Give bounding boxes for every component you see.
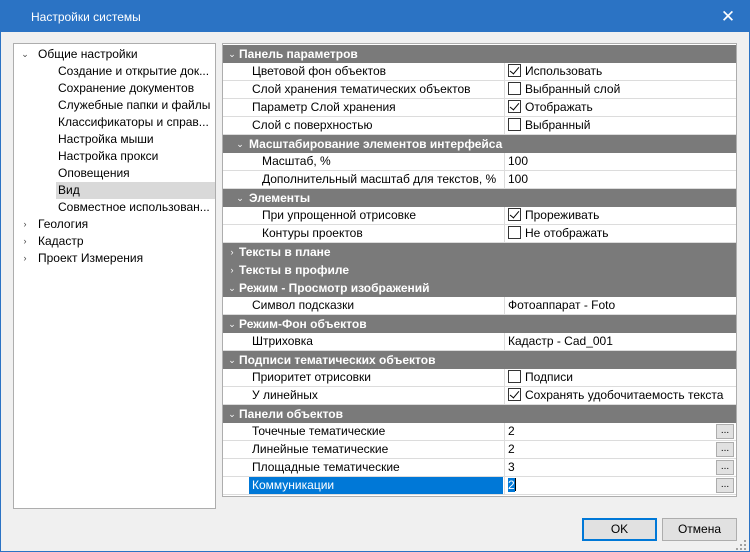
prop-row[interactable]: У линейных Сохранять удобочитаемость тек… xyxy=(223,387,736,405)
tree-item-cadastre[interactable]: › Кадастр xyxy=(14,233,215,250)
tree-item-classifiers[interactable]: Классификаторы и справ... xyxy=(56,114,215,131)
section-parameters-panel[interactable]: ⌄ Панель параметров xyxy=(223,45,736,63)
prop-row[interactable]: Цветовой фон объектов Использовать xyxy=(223,63,736,81)
prop-row[interactable]: Штриховка Кадастр - Cad_001 xyxy=(223,333,736,351)
caret-right-icon[interactable]: › xyxy=(20,250,30,267)
checkbox[interactable] xyxy=(508,370,521,383)
caret-down-icon[interactable]: ⌄ xyxy=(227,279,237,297)
section-ui-scaling[interactable]: ⌄ Масштабирование элементов интерфейса xyxy=(223,135,736,153)
property-grid: ⌄ Панель параметров Цветовой фон объекто… xyxy=(222,43,737,497)
tree-item-notifications[interactable]: Оповещения xyxy=(56,165,215,182)
checkbox[interactable] xyxy=(508,118,521,131)
value-input[interactable]: 2 xyxy=(504,477,736,494)
close-icon[interactable]: ✕ xyxy=(707,1,749,32)
section-texts-plan[interactable]: › Тексты в плане xyxy=(223,243,736,261)
prop-row[interactable]: Параметр Слой хранения Отображать xyxy=(223,99,736,117)
checkbox[interactable] xyxy=(508,388,521,401)
tree-item-sharing[interactable]: Совместное использован... xyxy=(56,199,215,216)
settings-dialog: Настройки системы ✕ ⌄ Общие настройки Со… xyxy=(0,0,750,552)
tree-item-view[interactable]: Вид xyxy=(56,182,215,199)
tree-item-general[interactable]: ⌄ Общие настройки xyxy=(14,46,215,63)
tree-item-saving[interactable]: Сохранение документов xyxy=(56,80,215,97)
browse-button[interactable]: ... xyxy=(716,442,734,457)
caret-right-icon[interactable]: › xyxy=(20,216,30,233)
caret-down-icon[interactable]: ⌄ xyxy=(227,315,237,333)
checkbox[interactable] xyxy=(508,100,521,113)
prop-row[interactable]: Линейные тематические 2 ... xyxy=(223,441,736,459)
browse-button[interactable]: ... xyxy=(716,460,734,475)
section-elements[interactable]: ⌄ Элементы xyxy=(223,189,736,207)
browse-button[interactable]: ... xyxy=(716,478,734,493)
caret-down-icon[interactable]: ⌄ xyxy=(227,351,237,369)
tree-item-mouse[interactable]: Настройка мыши xyxy=(56,131,215,148)
checkbox[interactable] xyxy=(508,226,521,239)
title-bar: Настройки системы ✕ xyxy=(1,1,749,32)
prop-row[interactable]: Точечные тематические 2 ... xyxy=(223,423,736,441)
section-thematic-labels[interactable]: ⌄ Подписи тематических объектов xyxy=(223,351,736,369)
caret-down-icon[interactable]: ⌄ xyxy=(235,135,245,153)
checkbox[interactable] xyxy=(508,64,521,77)
prop-row[interactable]: Площадные тематические 3 ... xyxy=(223,459,736,477)
prop-row[interactable]: Дополнительный масштаб для текстов, % 10… xyxy=(223,171,736,189)
caret-right-icon[interactable]: › xyxy=(227,243,237,261)
caret-right-icon[interactable]: › xyxy=(227,261,237,279)
prop-row[interactable]: Контуры проектов Не отображать xyxy=(223,225,736,243)
prop-row[interactable]: При упрощенной отрисовке Прореживать xyxy=(223,207,736,225)
section-texts-profile[interactable]: › Тексты в профиле xyxy=(223,261,736,279)
prop-row[interactable]: Масштаб, % 100 xyxy=(223,153,736,171)
caret-down-icon[interactable]: ⌄ xyxy=(227,405,237,423)
tree-item-geology[interactable]: › Геология xyxy=(14,216,215,233)
checkbox[interactable] xyxy=(508,208,521,221)
prop-row[interactable]: Слой хранения тематических объектов Выбр… xyxy=(223,81,736,99)
tree-item-create-open[interactable]: Создание и открытие док... xyxy=(56,63,215,80)
tree-item-measure-project[interactable]: › Проект Измерения xyxy=(14,250,215,267)
cancel-button[interactable]: Отмена xyxy=(662,518,737,541)
section-image-view-mode[interactable]: ⌄ Режим - Просмотр изображений xyxy=(223,279,736,297)
tree-item-proxy[interactable]: Настройка прокси xyxy=(56,148,215,165)
tree-item-service-folders[interactable]: Служебные папки и файлы xyxy=(56,97,215,114)
caret-down-icon[interactable]: ⌄ xyxy=(227,45,237,63)
resize-grip-icon[interactable] xyxy=(735,539,747,551)
caret-down-icon[interactable]: ⌄ xyxy=(20,46,30,63)
checkbox[interactable] xyxy=(508,82,521,95)
settings-tree: ⌄ Общие настройки Создание и открытие до… xyxy=(13,43,216,509)
section-background-mode[interactable]: ⌄ Режим-Фон объектов xyxy=(223,315,736,333)
prop-row-selected[interactable]: Коммуникации 2 ... xyxy=(223,477,736,495)
section-object-panels[interactable]: ⌄ Панели объектов xyxy=(223,405,736,423)
caret-down-icon[interactable]: ⌄ xyxy=(235,189,245,207)
prop-row[interactable]: Слой с поверхностью Выбранный xyxy=(223,117,736,135)
prop-row[interactable]: Приоритет отрисовки Подписи xyxy=(223,369,736,387)
window-title: Настройки системы xyxy=(31,10,141,24)
ok-button[interactable]: OK xyxy=(582,518,657,541)
browse-button[interactable]: ... xyxy=(716,424,734,439)
caret-right-icon[interactable]: › xyxy=(20,233,30,250)
prop-row[interactable]: Символ подсказки Фотоаппарат - Foto xyxy=(223,297,736,315)
